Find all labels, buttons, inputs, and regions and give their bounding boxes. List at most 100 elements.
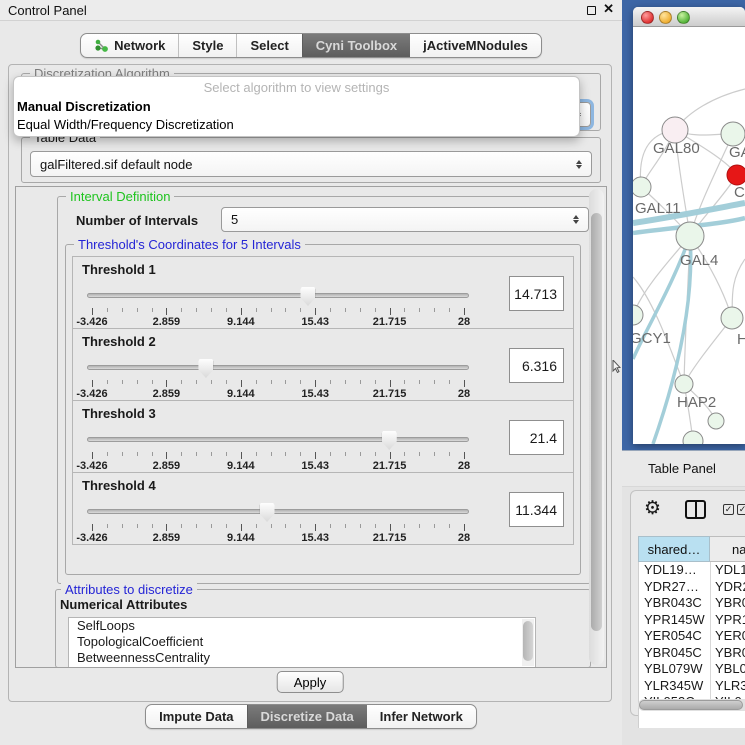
- list-scrollbar[interactable]: [522, 619, 534, 666]
- split-columns-icon[interactable]: [685, 500, 706, 519]
- cell-shared-name: YBR045C: [639, 645, 711, 662]
- network-canvas[interactable]: GAL80GACGAL11GAL4GCY1HHAP2: [633, 27, 745, 444]
- network-edge[interactable]: [684, 318, 732, 384]
- table-row[interactable]: YER054CYER0: [639, 628, 745, 645]
- tick-mark: [375, 380, 376, 384]
- tab-cyni-toolbox[interactable]: Cyni Toolbox: [302, 34, 410, 57]
- slider-thumb[interactable]: [260, 503, 275, 522]
- network-window-titlebar[interactable]: [633, 7, 745, 27]
- tab-network[interactable]: Network: [81, 34, 178, 57]
- network-node[interactable]: [708, 413, 724, 429]
- threshold-slider[interactable]: -3.4262.8599.14415.4321.71528: [87, 503, 469, 543]
- scrollbar-thumb[interactable]: [523, 621, 533, 661]
- table-row[interactable]: YPR145WYPR1: [639, 612, 745, 629]
- tick-label: 2.859: [153, 532, 181, 544]
- tick-mark: [226, 452, 227, 456]
- number-of-intervals-combobox[interactable]: 5: [221, 207, 589, 232]
- group-title: Interval Definition: [66, 189, 174, 204]
- threshold-value-field[interactable]: 11.344: [509, 492, 564, 527]
- column-header-name[interactable]: na: [710, 536, 745, 562]
- table-row[interactable]: YBR043CYBR0: [639, 595, 745, 612]
- attribute-list-item[interactable]: BetweennessCentrality: [69, 650, 535, 666]
- gear-icon[interactable]: ⚙: [644, 497, 661, 519]
- table-horizontal-scrollbar[interactable]: [638, 699, 745, 711]
- cell-shared-name: YBR043C: [639, 595, 711, 612]
- network-node-gcy1[interactable]: [633, 305, 643, 325]
- slider-thumb[interactable]: [382, 431, 397, 450]
- threshold-slider[interactable]: -3.4262.8599.14415.4321.71528: [87, 359, 469, 399]
- tick-mark: [345, 380, 346, 384]
- tick-mark: [107, 452, 108, 456]
- tick-mark: [271, 380, 272, 384]
- close-traffic-light-icon[interactable]: [641, 11, 654, 24]
- network-view-window[interactable]: GAL80GACGAL11GAL4GCY1HHAP2: [633, 7, 745, 444]
- slider-track: [87, 365, 469, 370]
- table-data-combobox[interactable]: galFiltered.sif default node: [30, 151, 592, 177]
- tab-impute-data[interactable]: Impute Data: [146, 705, 246, 728]
- tick-mark: [196, 308, 197, 312]
- table-row[interactable]: YDR27…YDR2: [639, 579, 745, 596]
- threshold-value-field[interactable]: 21.4: [509, 420, 564, 455]
- threshold-value-field[interactable]: 6.316: [509, 348, 564, 383]
- tick-mark: [211, 452, 212, 456]
- popup-placeholder-item[interactable]: Select algorithm to view settings: [14, 77, 579, 98]
- tick-label: 28: [458, 532, 470, 544]
- tab-jactivemnodules[interactable]: jActiveMNodules: [410, 34, 541, 57]
- table-row[interactable]: YBR045CYBR0: [639, 645, 745, 662]
- attribute-list-item[interactable]: SelfLoops: [69, 618, 535, 634]
- network-node[interactable]: [683, 431, 703, 444]
- tick-mark: [330, 452, 331, 456]
- tick-mark: [330, 524, 331, 528]
- threshold-slider[interactable]: -3.4262.8599.14415.4321.71528: [87, 287, 469, 327]
- tab-label: Discretize Data: [261, 709, 354, 724]
- network-node-gal11[interactable]: [633, 177, 651, 197]
- cell-name: YBR0: [711, 595, 745, 612]
- tick-mark: [404, 452, 405, 456]
- zoom-traffic-light-icon[interactable]: [677, 11, 690, 24]
- scrollbar-thumb[interactable]: [639, 700, 743, 710]
- tick-mark: [419, 524, 420, 528]
- tab-label: jActiveMNodules: [423, 38, 528, 53]
- tab-style[interactable]: Style: [178, 34, 236, 57]
- checkbox-icon[interactable]: ✓: [737, 504, 745, 515]
- popup-item[interactable]: Manual Discretization: [14, 98, 579, 116]
- network-node-ga[interactable]: [721, 122, 745, 146]
- network-node-gal4[interactable]: [676, 222, 704, 250]
- tick-mark: [137, 380, 138, 384]
- tick-mark: [92, 524, 93, 531]
- network-node-h[interactable]: [721, 307, 743, 329]
- tab-discretize-data[interactable]: Discretize Data: [247, 705, 367, 728]
- minimize-traffic-light-icon[interactable]: [659, 11, 672, 24]
- attribute-list-item[interactable]: TopologicalCoefficient: [69, 634, 535, 650]
- checkbox-icon[interactable]: ✓: [723, 504, 734, 515]
- numerical-attributes-list[interactable]: SelfLoopsTopologicalCoefficientBetweenne…: [68, 617, 536, 668]
- table-row[interactable]: YBL079WYBL0: [639, 661, 745, 678]
- tick-mark: [256, 452, 257, 456]
- table-row[interactable]: YDL19…YDL1: [639, 562, 745, 579]
- tick-label: 9.144: [227, 316, 255, 328]
- network-node-hap2[interactable]: [675, 375, 693, 393]
- tick-label: 28: [458, 316, 470, 328]
- tab-select[interactable]: Select: [236, 34, 301, 57]
- settings-scrollbar[interactable]: [589, 189, 604, 665]
- tick-mark: [271, 524, 272, 528]
- table-row[interactable]: YLR345WYLR3: [639, 678, 745, 695]
- tab-label: Impute Data: [159, 709, 233, 724]
- tab-infer-network[interactable]: Infer Network: [367, 705, 476, 728]
- float-window-icon[interactable]: [587, 6, 596, 15]
- scrollbar-thumb[interactable]: [591, 213, 602, 631]
- apply-button[interactable]: Apply: [277, 671, 344, 693]
- tick-mark: [107, 380, 108, 384]
- tick-mark: [137, 452, 138, 456]
- slider-thumb[interactable]: [300, 287, 315, 306]
- tick-mark: [166, 452, 167, 459]
- column-header-shared-name[interactable]: shared…: [638, 536, 710, 562]
- network-node-c[interactable]: [727, 165, 745, 185]
- threshold-value-field[interactable]: 14.713: [509, 276, 564, 311]
- threshold-slider[interactable]: -3.4262.8599.14415.4321.71528: [87, 431, 469, 471]
- slider-thumb[interactable]: [198, 359, 213, 378]
- close-icon[interactable]: ✕: [603, 1, 614, 17]
- tick-mark: [345, 452, 346, 456]
- tick-mark: [285, 308, 286, 312]
- popup-item[interactable]: Equal Width/Frequency Discretization: [14, 116, 579, 134]
